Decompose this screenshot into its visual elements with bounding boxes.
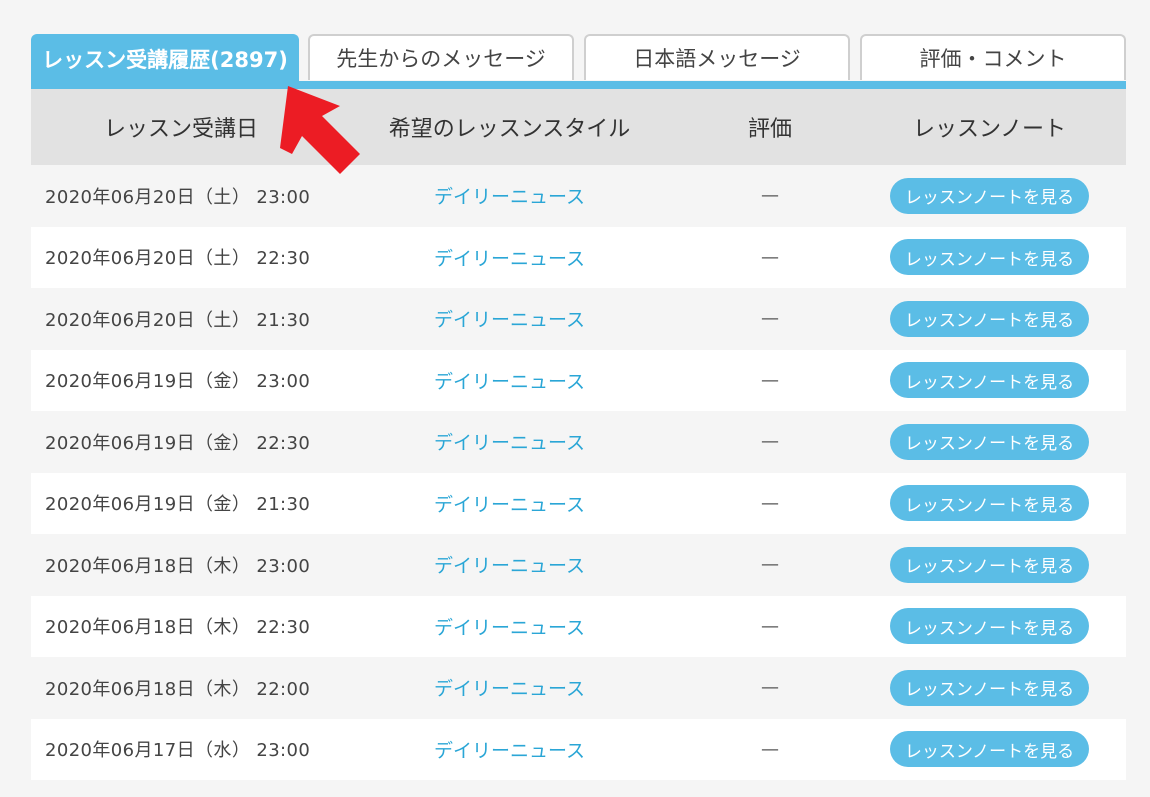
view-lesson-note-button[interactable]: レッスンノートを見る — [889, 362, 1090, 399]
note-cell: レッスンノートを見る — [886, 350, 1093, 412]
tab-bar: レッスン受講履歴(2897) 先生からのメッセージ 日本語メッセージ 評価・コメ… — [31, 34, 1126, 82]
lesson-rating: — — [761, 677, 779, 699]
view-lesson-note-button[interactable]: レッスンノートを見る — [889, 608, 1090, 645]
note-cell: レッスンノートを見る — [886, 288, 1093, 350]
table-row: 2020年06月20日（土） 23:00 デイリーニュース — レッスンノートを見る — [31, 165, 1126, 227]
note-cell: レッスンノートを見る — [886, 596, 1093, 658]
tab-japanese-messages[interactable]: 日本語メッセージ — [584, 34, 850, 80]
lesson-style-link[interactable]: デイリーニュース — [371, 596, 648, 658]
view-lesson-note-button[interactable]: レッスンノートを見る — [889, 177, 1090, 214]
lesson-style-link[interactable]: デイリーニュース — [371, 288, 648, 350]
view-lesson-note-button[interactable]: レッスンノートを見る — [889, 239, 1090, 276]
lesson-history-table: レッスン受講日 希望のレッスンスタイル 評価 レッスンノート 2020年06月2… — [31, 89, 1126, 780]
header-note: レッスンノート — [913, 117, 1066, 142]
table-row: 2020年06月20日（土） 22:30 デイリーニュース — レッスンノートを見る — [31, 226, 1126, 289]
note-cell: レッスンノートを見る — [886, 411, 1093, 473]
note-cell: レッスンノートを見る — [886, 719, 1093, 781]
lesson-rating: — — [761, 431, 779, 453]
lesson-style-link[interactable]: デイリーニュース — [371, 165, 648, 227]
view-lesson-note-button[interactable]: レッスンノートを見る — [889, 546, 1090, 583]
table-row: 2020年06月17日（水） 23:00 デイリーニュース — レッスンノートを見る — [31, 718, 1126, 781]
lesson-date: 2020年06月19日（金） 21:30 — [45, 494, 311, 516]
lesson-style-link[interactable]: デイリーニュース — [371, 657, 648, 719]
view-lesson-note-button[interactable]: レッスンノートを見る — [889, 300, 1090, 337]
table-row: 2020年06月19日（金） 23:00 デイリーニュース — レッスンノートを見る — [31, 349, 1126, 412]
header-style: 希望のレッスンスタイル — [388, 117, 631, 142]
lesson-style-link[interactable]: デイリーニュース — [371, 719, 648, 781]
lesson-style-link[interactable]: デイリーニュース — [371, 411, 648, 473]
table-row: 2020年06月18日（木） 22:00 デイリーニュース — レッスンノートを見る — [31, 657, 1126, 719]
tab-teacher-messages[interactable]: 先生からのメッセージ — [308, 34, 574, 80]
lesson-date: 2020年06月20日（土） 22:30 — [45, 248, 311, 270]
lesson-date: 2020年06月18日（木） 22:30 — [45, 617, 311, 639]
lesson-rating: — — [761, 369, 779, 391]
lesson-date: 2020年06月17日（水） 23:00 — [45, 740, 311, 762]
view-lesson-note-button[interactable]: レッスンノートを見る — [889, 669, 1090, 706]
lesson-rating: — — [761, 615, 779, 637]
note-cell: レッスンノートを見る — [886, 165, 1093, 227]
view-lesson-note-button[interactable]: レッスンノートを見る — [889, 485, 1090, 522]
note-cell: レッスンノートを見る — [886, 473, 1093, 535]
table-header: レッスン受講日 希望のレッスンスタイル 評価 レッスンノート — [31, 89, 1126, 165]
tab-underline — [31, 81, 1126, 89]
lesson-style-link[interactable]: デイリーニュース — [371, 227, 648, 289]
header-date: レッスン受講日 — [103, 117, 258, 142]
note-cell: レッスンノートを見る — [886, 657, 1093, 719]
note-cell: レッスンノートを見る — [886, 534, 1093, 596]
lesson-rating: — — [761, 246, 779, 268]
lesson-rating: — — [761, 492, 779, 514]
tab-ratings-comments[interactable]: 評価・コメント — [860, 34, 1126, 80]
lesson-date: 2020年06月19日（金） 22:30 — [45, 432, 311, 454]
lesson-date: 2020年06月20日（土） 23:00 — [45, 186, 311, 208]
table-row: 2020年06月18日（木） 22:30 デイリーニュース — レッスンノートを見る — [31, 595, 1126, 658]
lesson-date: 2020年06月18日（木） 22:00 — [45, 678, 311, 700]
table-row: 2020年06月20日（土） 21:30 デイリーニュース — レッスンノートを見る — [31, 288, 1126, 350]
lesson-rating: — — [761, 185, 779, 207]
view-lesson-note-button[interactable]: レッスンノートを見る — [889, 731, 1090, 768]
header-rating: 評価 — [747, 117, 792, 142]
table-row: 2020年06月19日（金） 22:30 デイリーニュース — レッスンノートを見る — [31, 411, 1126, 473]
lesson-rating: — — [761, 738, 779, 760]
lesson-rating: — — [761, 308, 779, 330]
table-row: 2020年06月19日（金） 21:30 デイリーニュース — レッスンノートを見る — [31, 472, 1126, 535]
note-cell: レッスンノートを見る — [886, 227, 1093, 289]
lesson-date: 2020年06月18日（木） 23:00 — [45, 555, 311, 577]
lesson-date: 2020年06月20日（土） 21:30 — [45, 309, 311, 331]
lesson-style-link[interactable]: デイリーニュース — [371, 350, 648, 412]
tab-lesson-history[interactable]: レッスン受講履歴(2897) — [31, 34, 299, 82]
lesson-date: 2020年06月19日（金） 23:00 — [45, 371, 311, 393]
table-body: 2020年06月20日（土） 23:00 デイリーニュース — レッスンノートを見る 2… — [31, 165, 1126, 780]
table-row: 2020年06月18日（木） 23:00 デイリーニュース — レッスンノートを見る — [31, 534, 1126, 596]
lesson-rating: — — [761, 554, 779, 576]
lesson-history-page: レッスン受講履歴(2897) 先生からのメッセージ 日本語メッセージ 評価・コメ… — [0, 0, 1150, 797]
lesson-style-link[interactable]: デイリーニュース — [371, 534, 648, 596]
lesson-style-link[interactable]: デイリーニュース — [371, 473, 648, 535]
view-lesson-note-button[interactable]: レッスンノートを見る — [889, 423, 1090, 460]
